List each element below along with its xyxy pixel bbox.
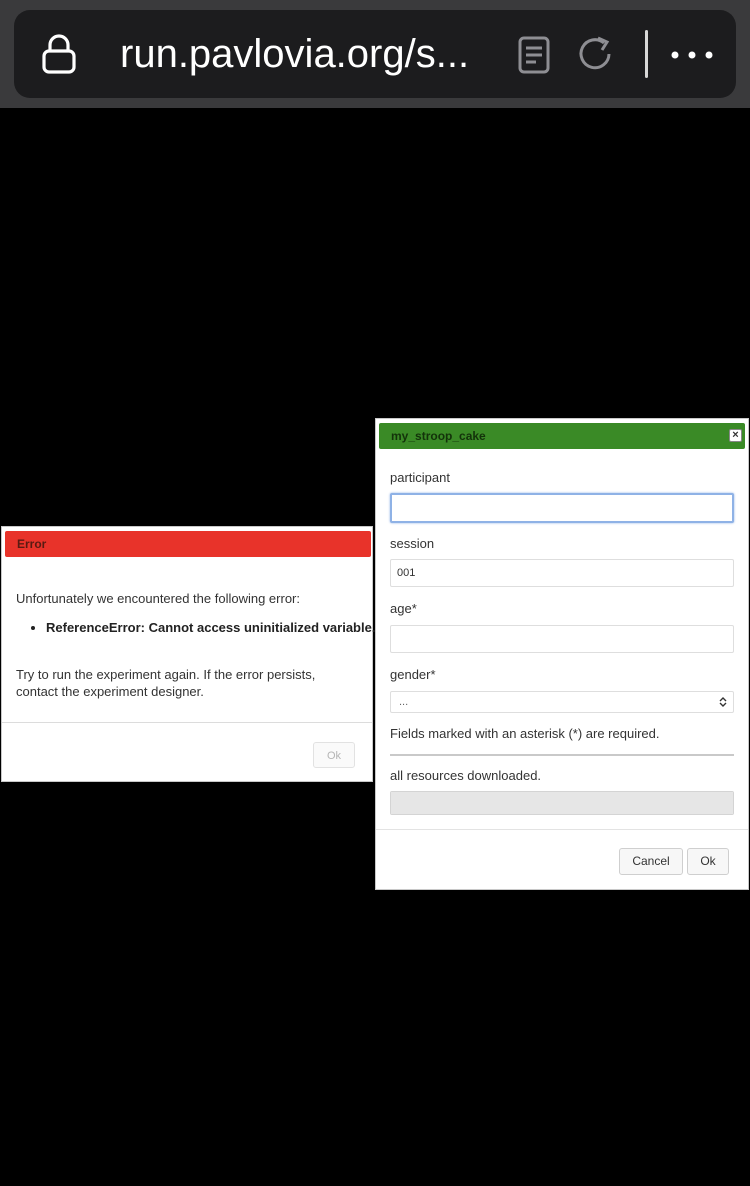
note-divider bbox=[390, 754, 734, 756]
download-status-text: all resources downloaded. bbox=[390, 768, 542, 783]
experiment-title: my_stroop_cake bbox=[391, 429, 486, 443]
participant-label: participant bbox=[390, 470, 450, 485]
reader-mode-icon[interactable] bbox=[516, 36, 552, 74]
toolbar-separator bbox=[645, 30, 648, 78]
required-fields-note: Fields marked with an asterisk (*) are r… bbox=[390, 726, 660, 741]
ok-button[interactable]: Ok bbox=[687, 848, 729, 875]
gender-selected-value: ... bbox=[399, 696, 409, 708]
cancel-button[interactable]: Cancel bbox=[619, 848, 683, 875]
session-label: session bbox=[390, 536, 435, 551]
close-icon[interactable]: × bbox=[729, 429, 742, 442]
more-options-icon[interactable] bbox=[670, 50, 714, 60]
age-label: age* bbox=[390, 601, 417, 616]
chevron-updown-icon bbox=[719, 697, 727, 707]
age-input[interactable] bbox=[390, 625, 734, 653]
download-progress-bar bbox=[390, 791, 734, 815]
error-item: ReferenceError: Cannot access uninitiali… bbox=[46, 619, 376, 636]
gender-select[interactable]: ... bbox=[390, 691, 734, 713]
info-titlebar: my_stroop_cake × bbox=[379, 423, 745, 449]
error-titlebar: Error bbox=[5, 531, 371, 557]
error-divider bbox=[2, 722, 372, 723]
participant-input[interactable] bbox=[390, 493, 734, 523]
error-ok-button[interactable]: Ok bbox=[313, 742, 355, 768]
error-intro-text: Unfortunately we encountered the followi… bbox=[16, 591, 300, 606]
experiment-info-dialog: my_stroop_cake × participant session 001… bbox=[375, 418, 749, 890]
session-input[interactable]: 001 bbox=[390, 559, 734, 587]
info-divider bbox=[376, 829, 748, 830]
error-dialog: Error Unfortunately we encountered the f… bbox=[1, 526, 376, 782]
browser-toolbar: run.pavlovia.org/s... bbox=[0, 0, 750, 108]
progress-fill bbox=[391, 792, 733, 814]
error-hint-text: Try to run the experiment again. If the … bbox=[16, 667, 316, 699]
error-title: Error bbox=[17, 537, 47, 551]
lock-icon bbox=[42, 34, 76, 74]
error-list: ReferenceError: Cannot access uninitiali… bbox=[16, 619, 376, 636]
reload-icon[interactable] bbox=[576, 34, 616, 74]
url-text[interactable]: run.pavlovia.org/s... bbox=[120, 32, 480, 76]
address-bar[interactable]: run.pavlovia.org/s... bbox=[14, 10, 736, 98]
gender-label: gender* bbox=[390, 667, 436, 682]
